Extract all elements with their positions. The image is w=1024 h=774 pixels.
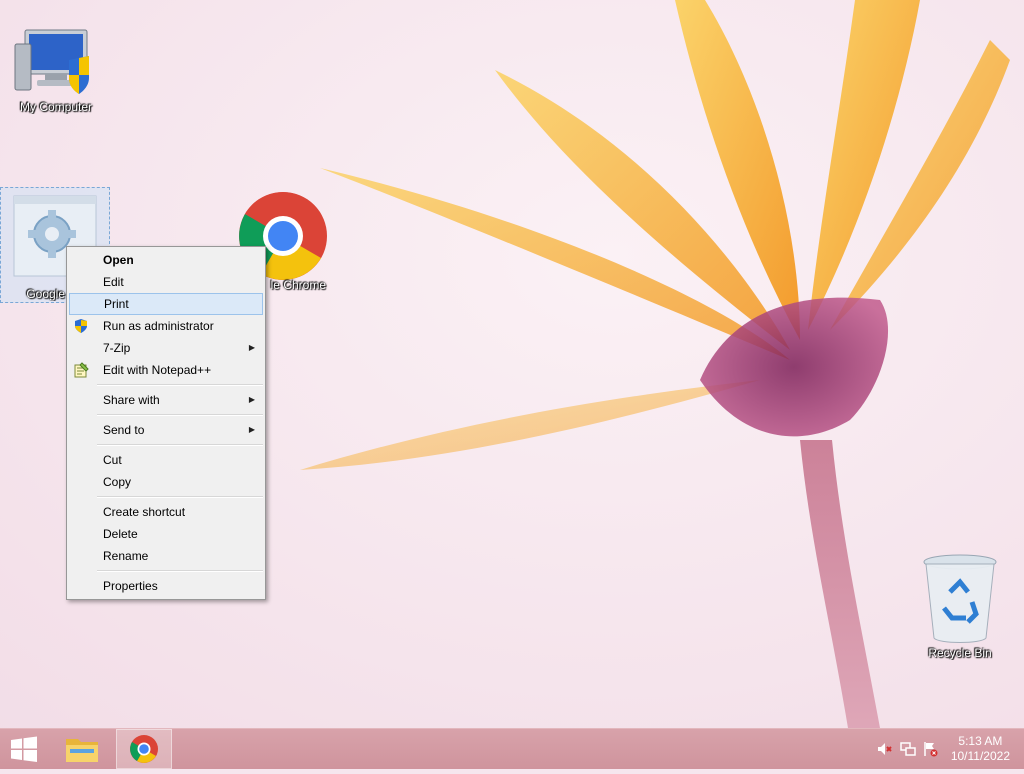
menu-item-send-to[interactable]: Send to ▶ (69, 419, 263, 441)
submenu-arrow-icon: ▶ (248, 425, 255, 434)
recycle-bin-icon (923, 554, 997, 643)
menu-separator (97, 444, 263, 446)
submenu-arrow-icon: ▶ (248, 343, 255, 352)
context-menu: Open Edit Print Run as administrator 7-Z… (66, 246, 266, 600)
menu-item-label: 7-Zip (103, 341, 131, 355)
desktop-icon-my-computer[interactable]: My Computer (8, 26, 104, 114)
menu-item-properties[interactable]: Properties (69, 575, 263, 597)
action-center-flag-icon[interactable] (922, 741, 938, 757)
menu-separator (97, 570, 263, 572)
system-tray: 5:13 AM 10/11/2022 (864, 729, 1024, 769)
menu-item-label: Edit (103, 275, 124, 289)
menu-item-label: Send to (103, 423, 145, 437)
menu-item-label: Run as administrator (103, 319, 214, 333)
menu-item-label: Properties (103, 579, 158, 593)
menu-item-edit-with-notepad-plus-plus[interactable]: Edit with Notepad++ (69, 359, 263, 381)
google-chrome-icon (130, 735, 158, 763)
menu-item-delete[interactable]: Delete (69, 523, 263, 545)
menu-item-label: Share with (103, 393, 160, 407)
menu-item-label: Print (104, 297, 129, 311)
clock-time: 5:13 AM (958, 734, 1003, 748)
menu-item-copy[interactable]: Copy (69, 471, 263, 493)
menu-item-label: Delete (103, 527, 138, 541)
menu-item-print[interactable]: Print (69, 293, 263, 315)
menu-separator (97, 384, 263, 386)
menu-item-label: Copy (103, 475, 132, 489)
menu-item-7zip[interactable]: 7-Zip ▶ (69, 337, 263, 359)
taskbar: 5:13 AM 10/11/2022 (0, 728, 1024, 769)
taskbar-google-chrome[interactable] (116, 729, 172, 769)
menu-separator (97, 496, 263, 498)
speaker-muted-icon[interactable] (876, 741, 892, 757)
windows-start-icon (11, 736, 37, 762)
menu-item-cut[interactable]: Cut (69, 449, 263, 471)
notepad-plus-plus-icon (74, 362, 89, 378)
menu-item-run-as-administrator[interactable]: Run as administrator (69, 315, 263, 337)
menu-item-label: Open (103, 253, 134, 267)
file-explorer-icon (66, 739, 98, 762)
menu-item-label: Cut (103, 453, 122, 467)
menu-item-open[interactable]: Open (69, 249, 263, 271)
menu-item-label: Create shortcut (103, 505, 186, 519)
menu-item-rename[interactable]: Rename (69, 545, 263, 567)
menu-item-create-shortcut[interactable]: Create shortcut (69, 501, 263, 523)
menu-item-share-with[interactable]: Share with ▶ (69, 389, 263, 411)
menu-item-label: Rename (103, 549, 149, 563)
desktop-icon-label: Recycle Bin (928, 646, 992, 660)
submenu-arrow-icon: ▶ (248, 395, 255, 404)
taskbar-file-explorer[interactable] (58, 729, 106, 769)
taskbar-clock[interactable]: 5:13 AM 10/11/2022 (951, 734, 1010, 764)
computer-icon (14, 29, 89, 94)
start-button[interactable] (0, 729, 48, 769)
uac-shield-icon (75, 319, 87, 333)
menu-separator (97, 414, 263, 416)
network-icon[interactable] (900, 741, 916, 757)
menu-item-label: Edit with Notepad++ (103, 363, 212, 377)
desktop-icon-label: My Computer (19, 100, 93, 114)
clock-date: 10/11/2022 (950, 749, 1010, 763)
desktop-icon-recycle-bin[interactable]: Recycle Bin (912, 552, 1008, 660)
menu-item-edit[interactable]: Edit (69, 271, 263, 293)
